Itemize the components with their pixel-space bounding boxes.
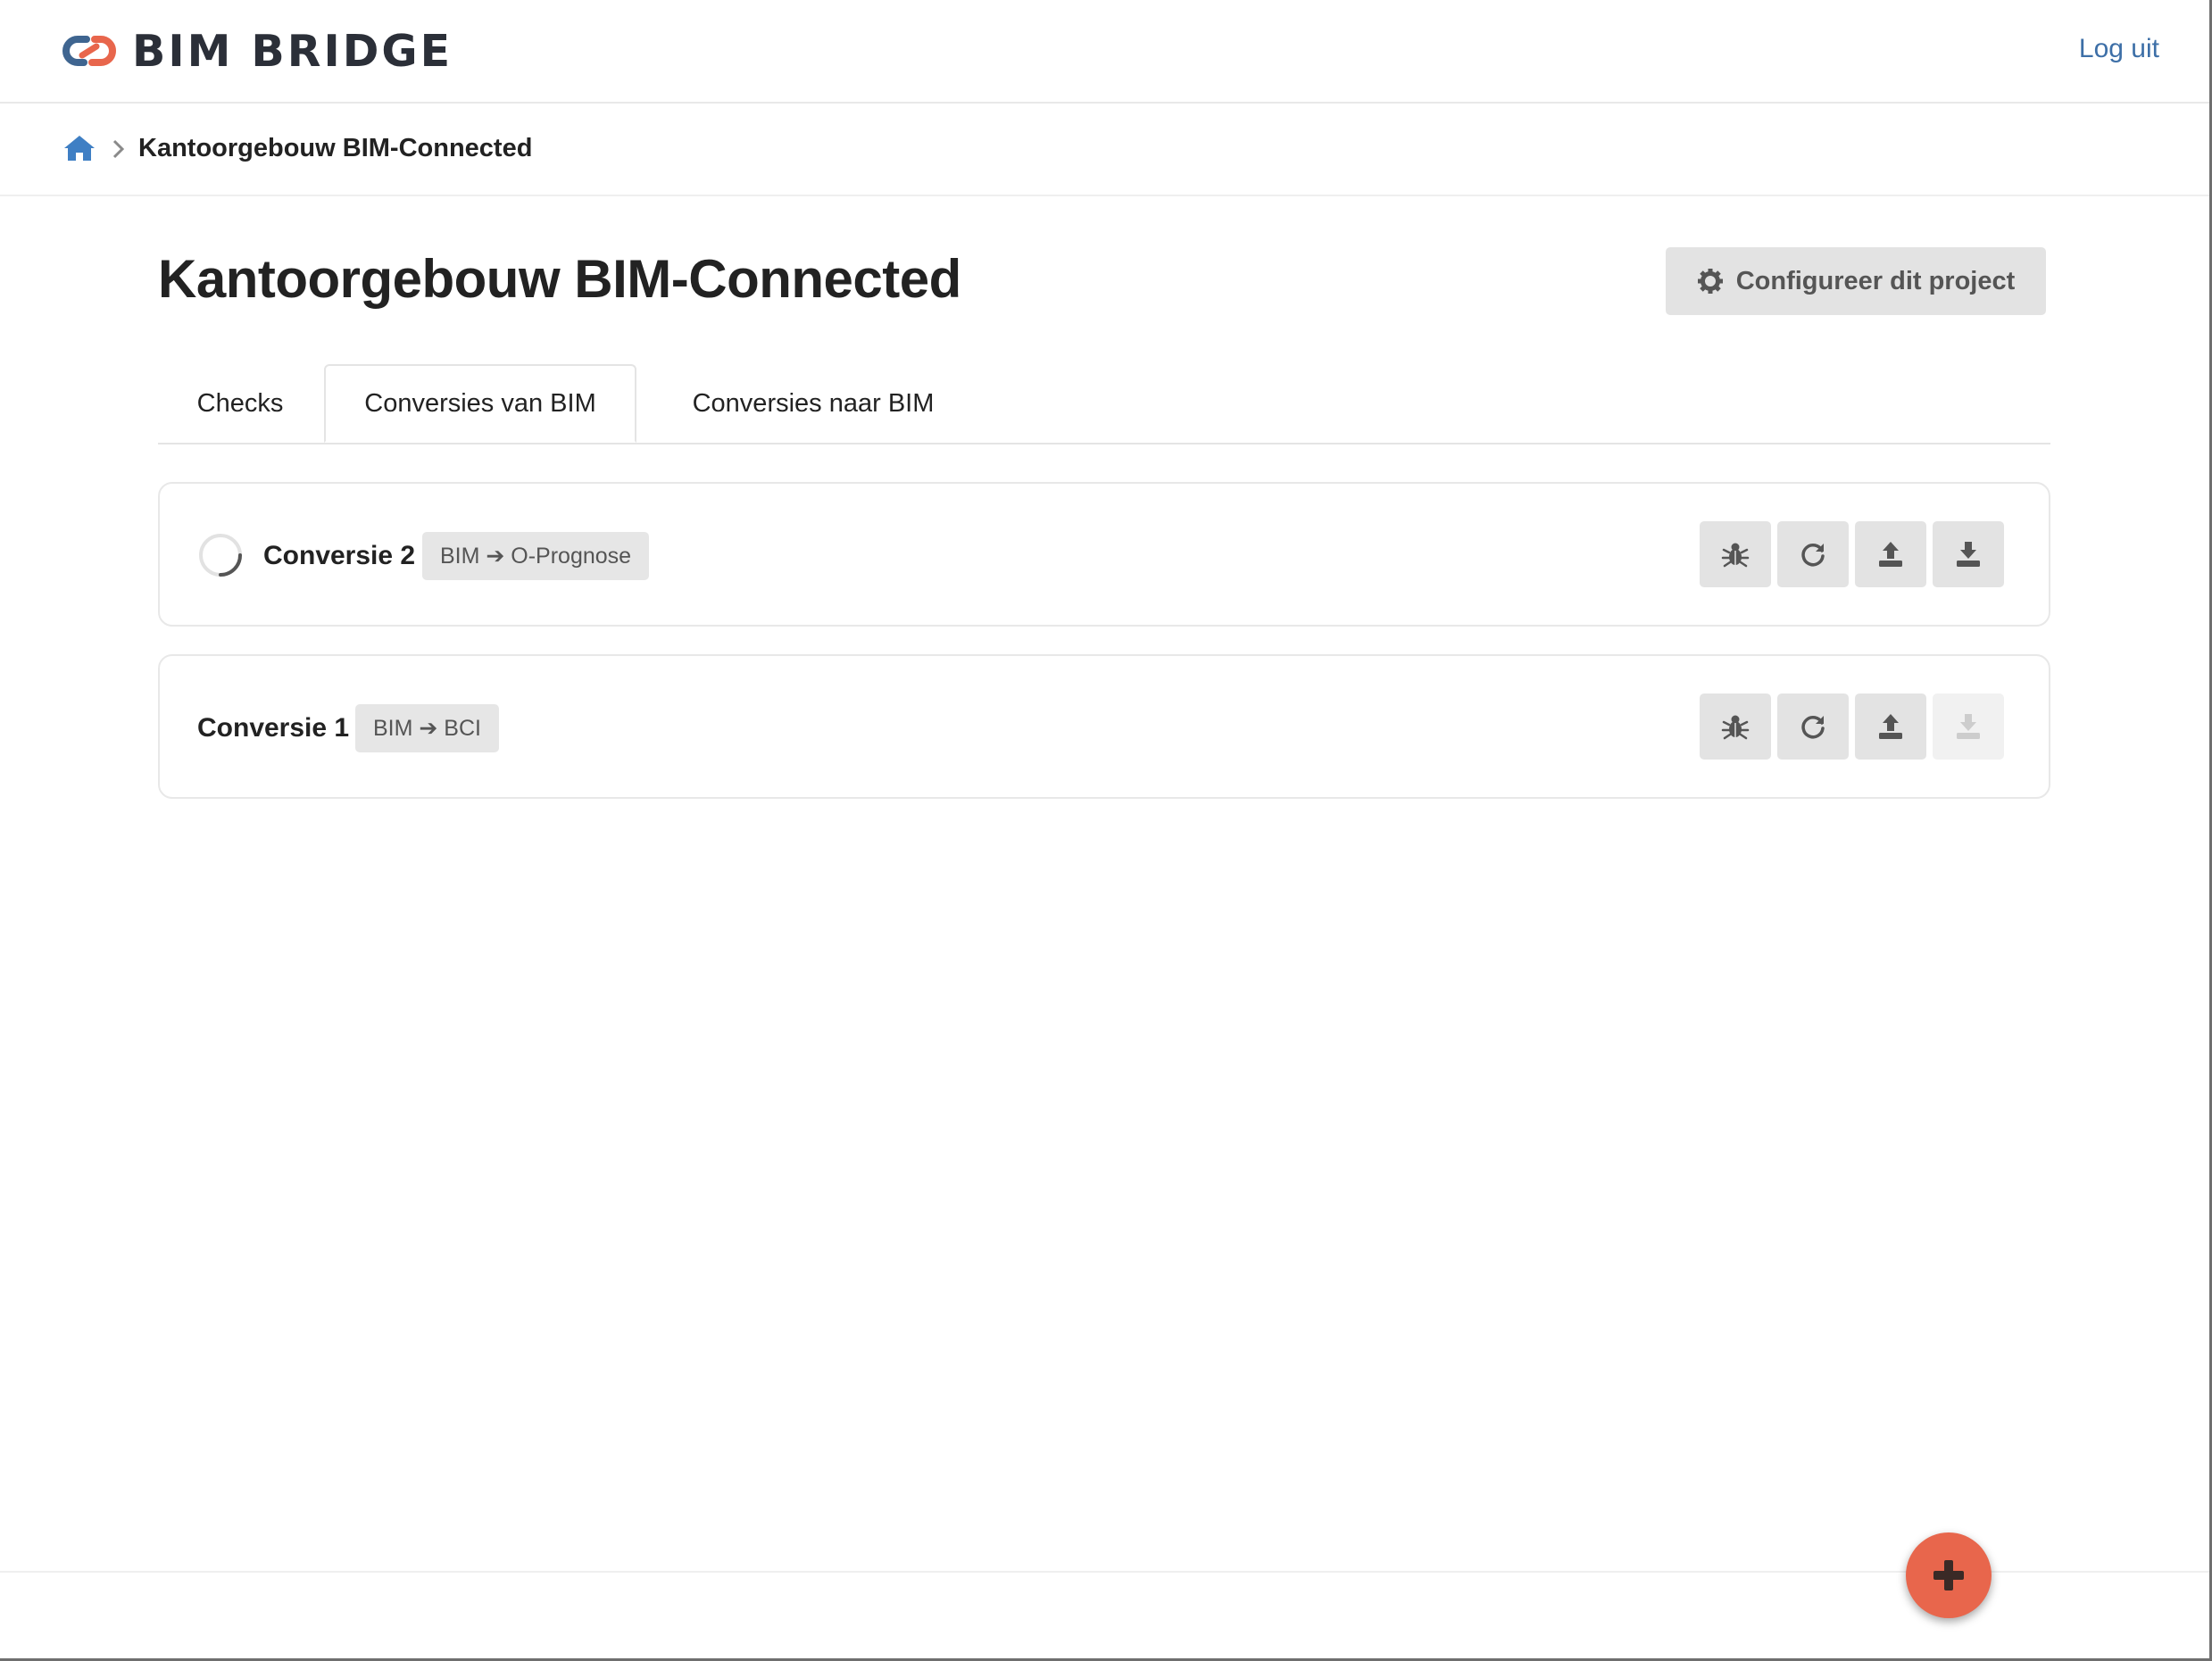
footer-divider (0, 1571, 2209, 1573)
refresh-button[interactable] (1777, 693, 1849, 760)
home-icon[interactable] (62, 134, 96, 162)
logout-link[interactable]: Log uit (2079, 34, 2159, 64)
tab-checks[interactable]: Checks (158, 364, 322, 443)
brand-logo[interactable]: BIM BRIDGE (62, 23, 453, 79)
plus-icon (1933, 1560, 1964, 1590)
page-title: Kantoorgebouw BIM-Connected (158, 249, 961, 309)
debug-button[interactable] (1700, 693, 1771, 760)
tab-label: Conversies naar BIM (692, 388, 935, 418)
upload-icon (1879, 714, 1902, 739)
conversion-name: Conversie 1 (197, 713, 350, 743)
refresh-button[interactable] (1777, 521, 1849, 587)
download-icon (1957, 542, 1980, 567)
gear-icon (1697, 269, 1723, 294)
chevron-right-icon (112, 139, 125, 159)
app-window: BIM BRIDGE Log uit Kantoorgebouw BIM-Con… (0, 0, 2212, 1661)
top-bar: BIM BRIDGE Log uit (0, 0, 2209, 104)
conversion-type-badge: BIM ➔ BCI (355, 704, 499, 752)
download-button-disabled (1933, 693, 2004, 760)
configure-project-label: Configureer dit project (1735, 266, 2016, 295)
chain-link-icon (62, 36, 116, 66)
upload-button[interactable] (1855, 521, 1926, 587)
tab-conversies-naar-bim[interactable]: Conversies naar BIM (638, 364, 988, 443)
tab-bar: Checks Conversies van BIM Conversies naa… (158, 364, 2050, 444)
loading-spinner-icon (199, 534, 242, 577)
breadcrumb: Kantoorgebouw BIM-Connected (0, 104, 2209, 196)
download-button[interactable] (1933, 521, 2004, 587)
brand-name: BIM BRIDGE (132, 25, 453, 77)
conversion-name: Conversie 2 (263, 541, 416, 570)
conversion-actions (1700, 693, 2004, 760)
upload-icon (1879, 542, 1902, 567)
debug-button[interactable] (1700, 521, 1771, 587)
conversion-type-badge: BIM ➔ O-Prognose (422, 532, 650, 580)
configure-project-button[interactable]: Configureer dit project (1666, 247, 2046, 315)
refresh-icon (1801, 544, 1825, 567)
breadcrumb-current: Kantoorgebouw BIM-Connected (138, 134, 533, 162)
bug-icon (1721, 543, 1750, 568)
conversion-actions (1700, 521, 2004, 587)
bug-icon (1721, 715, 1750, 740)
add-conversion-button[interactable] (1906, 1532, 1992, 1618)
tab-conversies-van-bim[interactable]: Conversies van BIM (324, 364, 636, 443)
download-icon (1957, 714, 1980, 739)
tab-label: Checks (196, 388, 284, 418)
conversion-card: Conversie 2 BIM ➔ O-Prognose (158, 482, 2050, 627)
refresh-icon (1801, 716, 1825, 739)
tab-label: Conversies van BIM (364, 388, 596, 418)
upload-button[interactable] (1855, 693, 1926, 760)
conversion-card: Conversie 1 BIM ➔ BCI (158, 654, 2050, 799)
